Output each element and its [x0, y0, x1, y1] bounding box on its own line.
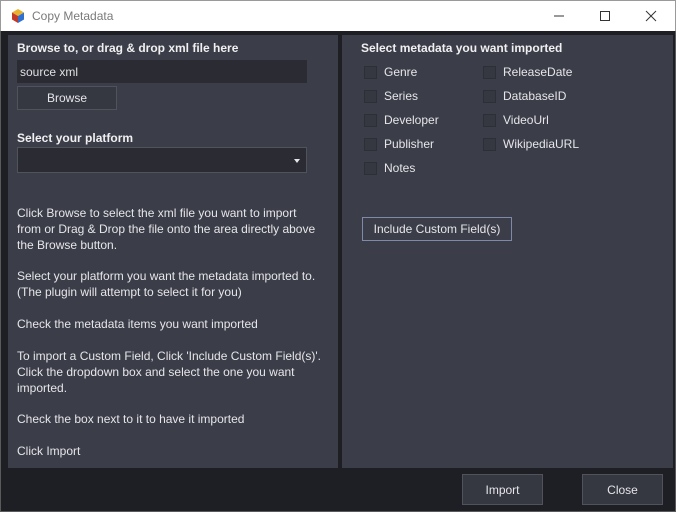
title-bar: Copy Metadata: [0, 0, 676, 31]
instruction-line: from or Drag & Drop the file onto the ar…: [17, 222, 316, 236]
checkbox-label: Publisher: [384, 137, 435, 151]
instruction-line: imported.: [17, 381, 68, 395]
instruction-line: Click Import: [17, 444, 81, 458]
import-button[interactable]: Import: [462, 474, 543, 505]
left-panel: Browse to, or drag & drop xml file here …: [8, 35, 338, 468]
app-cube-icon: [12, 9, 24, 23]
close-button[interactable]: Close: [582, 474, 663, 505]
checkbox-wikipediaurl[interactable]: WikipediaURL: [483, 137, 579, 151]
platform-heading: Select your platform: [17, 131, 134, 145]
maximize-button[interactable]: [582, 1, 628, 31]
checkbox-label: ReleaseDate: [503, 65, 573, 79]
checkbox-label: Genre: [384, 65, 418, 79]
metadata-heading: Select metadata you want imported: [361, 41, 563, 55]
maximize-icon: [600, 11, 610, 21]
close-icon: [645, 10, 657, 22]
checkbox-label: Developer: [384, 113, 439, 127]
dialog-body: Browse to, or drag & drop xml file here …: [0, 31, 676, 512]
browse-button[interactable]: Browse: [17, 86, 117, 110]
checkbox-box[interactable]: [483, 137, 496, 151]
close-window-button[interactable]: [628, 1, 674, 31]
checkbox-box[interactable]: [364, 161, 377, 175]
instruction-line: the Browse button.: [17, 238, 118, 252]
include-custom-fields-button[interactable]: Include Custom Field(s): [362, 217, 512, 241]
checkbox-developer[interactable]: Developer: [364, 113, 439, 127]
checkbox-box[interactable]: [364, 65, 377, 79]
minimize-button[interactable]: [536, 1, 582, 31]
checkbox-label: WikipediaURL: [503, 137, 580, 151]
checkbox-label: Notes: [384, 161, 416, 175]
checkbox-box[interactable]: [364, 89, 377, 103]
minimize-icon: [554, 15, 564, 17]
checkbox-databaseid[interactable]: DatabaseID: [483, 89, 566, 103]
chevron-down-icon: [294, 159, 300, 163]
instruction-line: To import a Custom Field, Click 'Include…: [17, 349, 322, 363]
checkbox-series[interactable]: Series: [364, 89, 418, 103]
instruction-line: Click the dropdown box and select the on…: [17, 365, 295, 379]
browse-heading: Browse to, or drag & drop xml file here: [17, 41, 239, 55]
checkbox-publisher[interactable]: Publisher: [364, 137, 434, 151]
instruction-line: Check the box next to it to have it impo…: [17, 412, 245, 426]
checkbox-box[interactable]: [483, 113, 496, 127]
instruction-line: Click Browse to select the xml file you …: [17, 206, 297, 220]
checkbox-box[interactable]: [364, 137, 377, 151]
checkbox-label: DatabaseID: [503, 89, 567, 103]
checkbox-releasedate[interactable]: ReleaseDate: [483, 65, 572, 79]
checkbox-genre[interactable]: Genre: [364, 65, 417, 79]
source-xml-input[interactable]: [17, 60, 307, 83]
checkbox-box[interactable]: [483, 89, 496, 103]
right-panel: Select metadata you want imported Genre …: [342, 35, 673, 468]
instruction-line: Check the metadata items you want import…: [17, 317, 258, 331]
platform-select[interactable]: [17, 147, 307, 173]
instruction-line: (The plugin will attempt to select it fo…: [17, 285, 242, 299]
checkbox-videourl[interactable]: VideoUrl: [483, 113, 549, 127]
checkbox-box[interactable]: [364, 113, 377, 127]
window-title: Copy Metadata: [32, 9, 114, 23]
checkbox-label: Series: [384, 89, 419, 103]
checkbox-notes[interactable]: Notes: [364, 161, 415, 175]
instruction-line: Select your platform you want the metada…: [17, 269, 316, 283]
checkbox-box[interactable]: [483, 65, 496, 79]
checkbox-label: VideoUrl: [503, 113, 549, 127]
